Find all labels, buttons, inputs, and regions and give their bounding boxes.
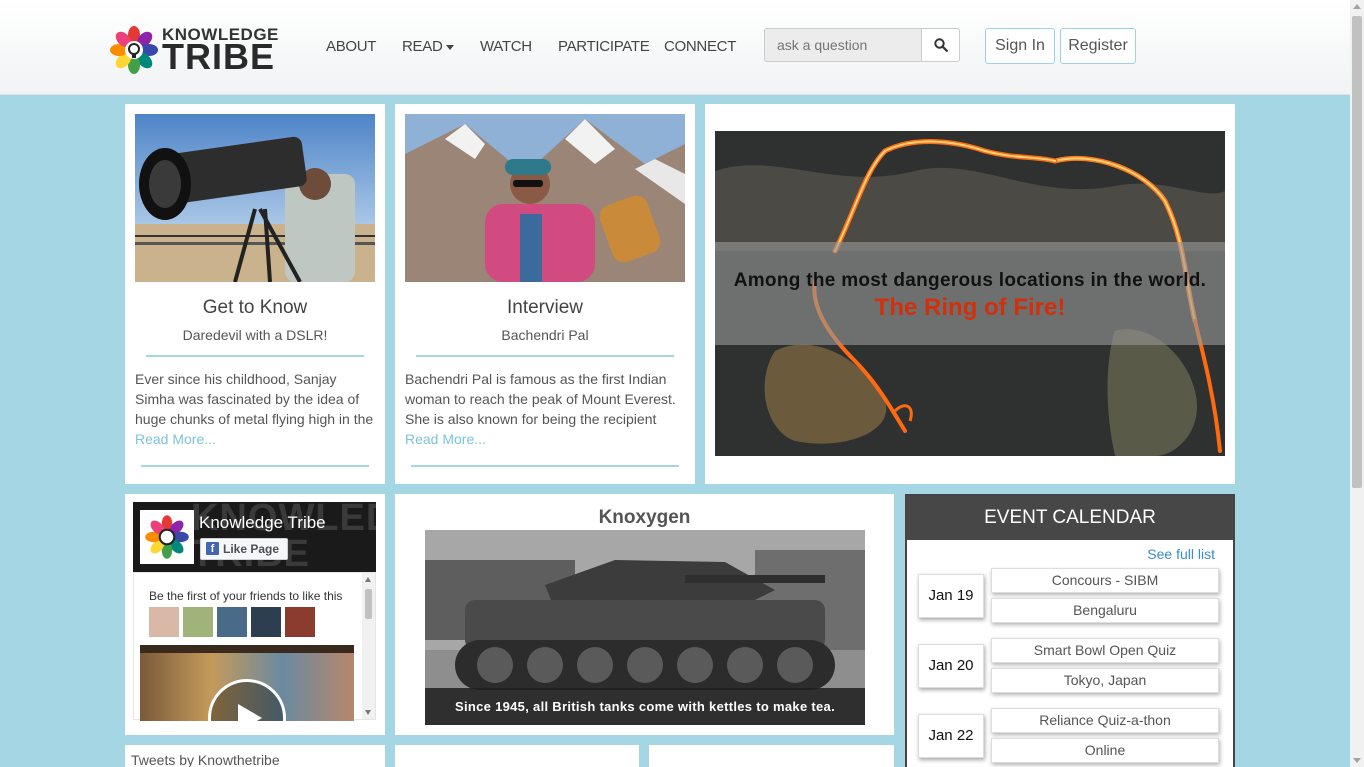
scroll-thumb[interactable] <box>1352 16 1362 488</box>
divider <box>411 465 679 467</box>
calendar-title: EVENT CALENDAR <box>907 496 1233 540</box>
scrollbar[interactable] <box>362 573 375 719</box>
knoxygen-title: Knoxygen <box>598 507 691 528</box>
play-icon <box>238 704 262 721</box>
feature-panel: Among the most dangerous locations in th… <box>705 104 1235 484</box>
page-scrollbar[interactable] <box>1350 0 1364 767</box>
friend-avatar[interactable] <box>285 607 315 637</box>
brand-line2: TRIBE <box>162 36 275 77</box>
friend-avatar[interactable] <box>149 607 179 637</box>
event-name[interactable]: Concours - SIBM <box>991 568 1219 593</box>
feature-line1: Among the most dangerous locations in th… <box>733 270 1207 291</box>
card-excerpt: Bachendri Pal is famous as the first Ind… <box>405 371 676 427</box>
search-icon <box>934 38 948 52</box>
friend-avatar[interactable] <box>251 607 281 637</box>
bottom-panel <box>395 745 639 767</box>
flower-logo-icon <box>145 515 189 559</box>
read-more-link[interactable]: Read More... <box>405 431 486 447</box>
see-full-list-link[interactable]: See full list <box>1147 546 1215 562</box>
card-title: Interview <box>506 297 584 318</box>
event-date: Jan 19 <box>918 574 984 618</box>
event-name[interactable]: Reliance Quiz-a-thon <box>991 708 1219 733</box>
facebook-widget: KNOWLEDGE TRIBE Knowledge Tribe f Like <box>125 494 385 735</box>
search-input[interactable] <box>764 28 922 62</box>
scroll-down-icon[interactable] <box>1353 758 1361 763</box>
tank-image[interactable]: Since 1945, all British tanks come with … <box>425 530 865 725</box>
nav-read[interactable]: READ <box>402 38 455 55</box>
knoxygen-fact: Since 1945, all British tanks come with … <box>425 688 865 725</box>
friends-like-text: Be the first of your friends to like thi… <box>149 589 343 603</box>
nav-read-label: READ <box>402 38 443 55</box>
event-date: Jan 20 <box>918 644 984 688</box>
nav-participate[interactable]: PARTICIPATE <box>558 38 650 55</box>
facebook-feed[interactable]: Be the first of your friends to like thi… <box>133 572 376 721</box>
read-more-link[interactable]: Read More... <box>135 431 216 447</box>
ring-of-fire-image[interactable]: Among the most dangerous locations in th… <box>715 131 1225 456</box>
tweets-title[interactable]: Tweets by Knowthetribe <box>131 752 280 767</box>
divider <box>141 465 369 467</box>
scroll-up-icon[interactable] <box>365 577 371 582</box>
site-logo[interactable]: KNOWLEDGE TRIBE <box>108 24 278 78</box>
event-location: Bengaluru <box>991 598 1219 623</box>
card-subtitle: Daredevil with a DSLR! <box>182 327 328 343</box>
article-card-interview: Interview Bachendri Pal Bachendri Pal is… <box>395 104 695 484</box>
event-location: Tokyo, Japan <box>991 668 1219 693</box>
event-name[interactable]: Smart Bowl Open Quiz <box>991 638 1219 663</box>
like-page-button[interactable]: f Like Page <box>200 538 288 560</box>
like-page-label: Like Page <box>223 542 280 556</box>
divider <box>146 355 364 357</box>
scroll-thumb[interactable] <box>365 589 372 619</box>
article-card-get-to-know: Get to Know Daredevil with a DSLR! Ever … <box>125 104 385 484</box>
search-button[interactable] <box>921 28 960 62</box>
card-subtitle: Bachendri Pal <box>501 327 589 343</box>
site-header: KNOWLEDGE TRIBE ABOUT READ WATCH PARTICI… <box>0 0 1350 95</box>
caret-down-icon <box>446 44 455 50</box>
sign-in-button[interactable]: Sign In <box>985 28 1055 64</box>
nav-about[interactable]: ABOUT <box>326 38 376 55</box>
card-title: Get to Know <box>202 297 308 318</box>
divider <box>416 355 674 357</box>
feature-caption-band: Among the most dangerous locations in th… <box>715 242 1225 345</box>
friend-avatar[interactable] <box>183 607 213 637</box>
flower-logo-icon <box>110 26 158 74</box>
event-date: Jan 22 <box>918 714 984 758</box>
facebook-page-header[interactable]: KNOWLEDGE TRIBE Knowledge Tribe f Like <box>133 502 376 572</box>
nav-watch[interactable]: WATCH <box>480 38 532 55</box>
mountaineer-image <box>405 114 685 282</box>
scroll-up-icon[interactable] <box>1353 4 1361 9</box>
video-post[interactable] <box>140 645 354 721</box>
friend-avatar[interactable] <box>217 607 247 637</box>
bottom-panel <box>649 745 894 767</box>
facebook-page-name[interactable]: Knowledge Tribe <box>199 513 326 533</box>
event-calendar: EVENT CALENDAR See full list Jan 19 Conc… <box>905 494 1235 767</box>
register-button[interactable]: Register <box>1060 28 1136 64</box>
page-avatar <box>140 510 194 564</box>
feature-headline[interactable]: The Ring of Fire! <box>715 294 1225 322</box>
card-excerpt: Ever since his childhood, Sanjay Simha w… <box>135 371 374 427</box>
tweets-panel: Tweets by Knowthetribe <box>125 745 385 767</box>
knoxygen-panel: Knoxygen Since 1945, all British tanks c… <box>395 494 894 735</box>
event-location: Online <box>991 738 1219 763</box>
nav-connect[interactable]: CONNECT <box>664 38 736 55</box>
scroll-down-icon[interactable] <box>365 710 371 715</box>
facebook-icon: f <box>206 542 219 555</box>
photographer-image <box>135 114 375 282</box>
